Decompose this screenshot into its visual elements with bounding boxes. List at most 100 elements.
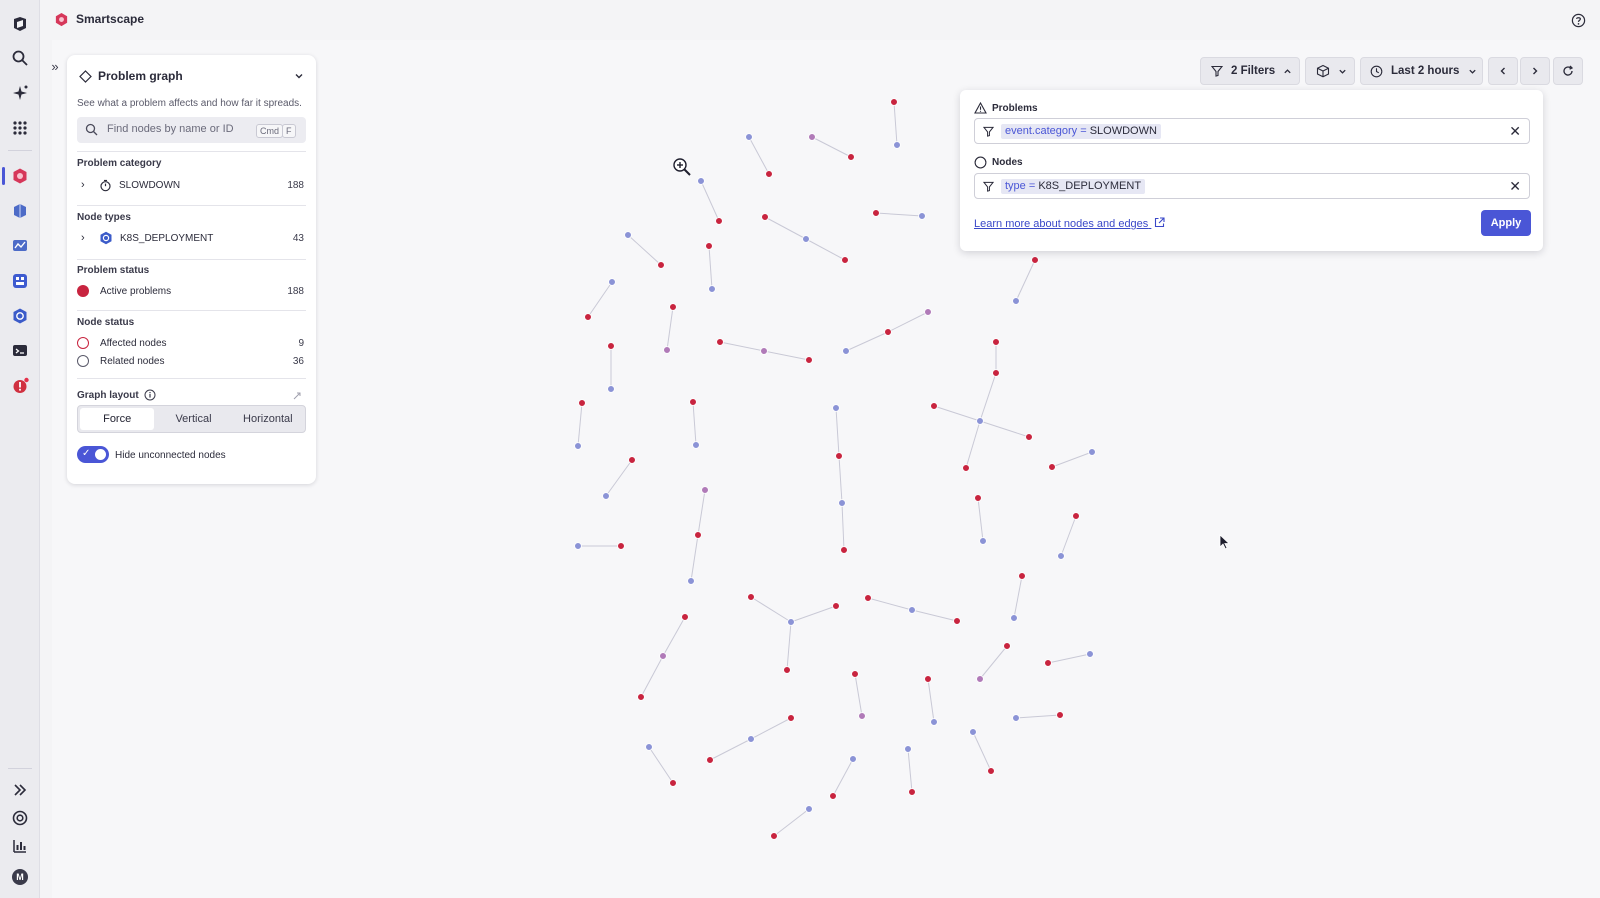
problem-node[interactable]	[694, 531, 702, 539]
analytics-icon[interactable]	[7, 833, 33, 859]
previous-timeframe-button[interactable]	[1488, 57, 1518, 85]
timeframe-button[interactable]: Last 2 hours	[1360, 57, 1483, 85]
problem-node[interactable]	[908, 788, 916, 796]
filters-button[interactable]: 2 Filters	[1200, 57, 1300, 85]
problem-node[interactable]	[669, 779, 677, 787]
entity-node[interactable]	[832, 404, 840, 412]
entity-node[interactable]	[687, 577, 695, 585]
problem-node[interactable]	[1048, 463, 1056, 471]
clear-problems-filter-icon[interactable]: ✕	[1509, 124, 1521, 138]
panel-header[interactable]: Problem graph	[79, 67, 304, 85]
related-nodes-row[interactable]: Related nodes 36	[77, 353, 304, 369]
problem-node[interactable]	[1031, 256, 1039, 264]
entity-node[interactable]	[979, 537, 987, 545]
refresh-button[interactable]	[1553, 57, 1583, 85]
chevron-down-icon[interactable]	[294, 71, 304, 81]
affected-node[interactable]	[976, 675, 984, 683]
problems-icon[interactable]	[7, 373, 33, 399]
problem-node[interactable]	[1072, 512, 1080, 520]
problem-node[interactable]	[681, 613, 689, 621]
layout-vertical-option[interactable]: Vertical	[156, 406, 230, 432]
problem-status-row[interactable]: Active problems 188	[77, 283, 304, 299]
problem-node[interactable]	[884, 328, 892, 336]
expand-icon[interactable]	[7, 777, 33, 803]
entity-node[interactable]	[1012, 714, 1020, 722]
affected-nodes-row[interactable]: Affected nodes 9	[77, 335, 304, 351]
entity-node[interactable]	[893, 141, 901, 149]
problem-node[interactable]	[872, 209, 880, 217]
kubernetes-icon[interactable]	[7, 303, 33, 329]
chevron-right-icon[interactable]: ›	[81, 232, 95, 244]
affected-node[interactable]	[760, 347, 768, 355]
problem-node[interactable]	[747, 593, 755, 601]
reset-layout-icon[interactable]	[292, 391, 302, 401]
problem-node[interactable]	[987, 767, 995, 775]
problem-node[interactable]	[1018, 572, 1026, 580]
node-types-row[interactable]: › K8S_DEPLOYMENT 43	[77, 230, 304, 246]
problem-node[interactable]	[805, 356, 813, 364]
problem-node[interactable]	[706, 756, 714, 764]
dashboards-icon[interactable]	[7, 268, 33, 294]
problem-node[interactable]	[783, 666, 791, 674]
entity-node[interactable]	[930, 718, 938, 726]
nodes-filter-chip[interactable]: type = K8S_DEPLOYMENT	[1001, 179, 1146, 194]
entity-node[interactable]	[849, 755, 857, 763]
entity-node[interactable]	[842, 347, 850, 355]
entity-scope-button[interactable]	[1305, 57, 1355, 85]
entity-node[interactable]	[787, 618, 795, 626]
entity-node[interactable]	[692, 441, 700, 449]
entity-node[interactable]	[908, 606, 916, 614]
problem-node[interactable]	[974, 494, 982, 502]
graph-layout-selector[interactable]: Force Vertical Horizontal	[77, 405, 306, 433]
nodes-filter-input[interactable]: type = K8S_DEPLOYMENT ✕	[974, 173, 1530, 199]
problem-node[interactable]	[657, 261, 665, 269]
entity-node[interactable]	[1012, 297, 1020, 305]
search-icon[interactable]	[7, 45, 33, 71]
problem-node[interactable]	[1025, 433, 1033, 441]
problems-filter-chip[interactable]: event.category = SLOWDOWN	[1001, 124, 1161, 139]
problem-category-row[interactable]: › SLOWDOWN 188	[77, 177, 304, 193]
problem-node[interactable]	[669, 303, 677, 311]
problem-node[interactable]	[924, 675, 932, 683]
problem-node[interactable]	[992, 369, 1000, 377]
problem-node[interactable]	[770, 832, 778, 840]
infrastructure-icon[interactable]	[7, 198, 33, 224]
problem-node[interactable]	[1044, 659, 1052, 667]
problem-node[interactable]	[628, 456, 636, 464]
problem-node[interactable]	[715, 217, 723, 225]
sparkle-icon[interactable]	[7, 80, 33, 106]
monitoring-icon[interactable]	[7, 233, 33, 259]
entity-node[interactable]	[904, 745, 912, 753]
problem-node[interactable]	[617, 542, 625, 550]
entity-node[interactable]	[1088, 448, 1096, 456]
problem-node[interactable]	[1056, 711, 1064, 719]
entity-node[interactable]	[624, 231, 632, 239]
entity-node[interactable]	[802, 235, 810, 243]
entity-node[interactable]	[1057, 552, 1065, 560]
problem-node[interactable]	[832, 602, 840, 610]
entity-node[interactable]	[708, 285, 716, 293]
layout-horizontal-option[interactable]: Horizontal	[231, 406, 305, 432]
user-avatar[interactable]: M	[7, 864, 33, 890]
entity-node[interactable]	[574, 442, 582, 450]
info-icon[interactable]	[144, 389, 156, 401]
entity-node[interactable]	[745, 133, 753, 141]
entity-node[interactable]	[602, 492, 610, 500]
entity-node[interactable]	[608, 278, 616, 286]
support-icon[interactable]	[7, 805, 33, 831]
entity-node[interactable]	[747, 735, 755, 743]
apply-button[interactable]: Apply	[1481, 210, 1531, 236]
problem-node[interactable]	[847, 153, 855, 161]
problem-node[interactable]	[637, 693, 645, 701]
entity-node[interactable]	[1086, 650, 1094, 658]
problem-node[interactable]	[890, 98, 898, 106]
problem-node[interactable]	[864, 594, 872, 602]
entity-node[interactable]	[918, 212, 926, 220]
affected-node[interactable]	[924, 308, 932, 316]
entity-node[interactable]	[607, 385, 615, 393]
problem-node[interactable]	[765, 170, 773, 178]
entity-node[interactable]	[645, 743, 653, 751]
problems-filter-input[interactable]: event.category = SLOWDOWN ✕	[974, 118, 1530, 144]
problem-node[interactable]	[840, 546, 848, 554]
affected-node[interactable]	[659, 652, 667, 660]
